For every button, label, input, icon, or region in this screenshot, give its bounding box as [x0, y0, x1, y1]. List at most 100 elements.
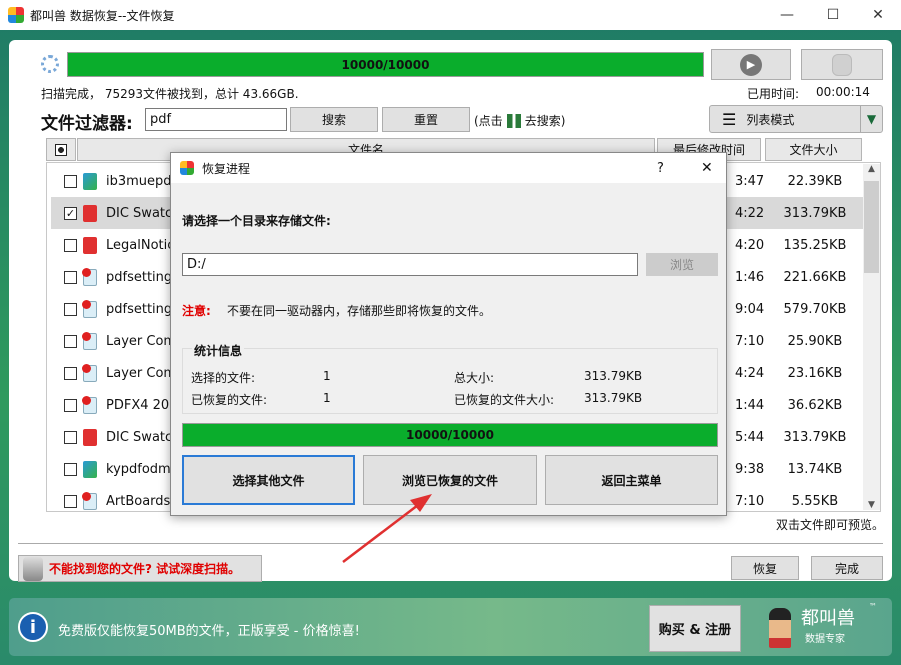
file-size: 5.55KB: [791, 493, 839, 509]
file-size: 25.90KB: [787, 333, 843, 349]
recovered-files-label: 已恢复的文件:: [191, 393, 268, 407]
scroll-down-icon[interactable]: ▼: [863, 500, 880, 510]
select-all-checkbox[interactable]: [46, 138, 76, 161]
preview-hint: 双击文件即可预览。: [776, 518, 885, 532]
file-size: 13.74KB: [787, 461, 843, 477]
file-modified: 4:22: [735, 205, 765, 221]
play-icon: ▶: [740, 53, 762, 76]
file-checkbox[interactable]: [64, 430, 77, 444]
file-modified: 4:20: [735, 237, 765, 253]
dialog-close-button[interactable]: ✕: [701, 160, 713, 176]
selected-files-value: 1: [323, 369, 331, 383]
hint-prefix: (点击: [474, 114, 503, 128]
dialog-title: 恢复进程: [202, 161, 251, 176]
file-name: LegalNotic: [106, 237, 175, 253]
dialog-prompt: 请选择一个目录来存储文件:: [182, 214, 331, 228]
file-checkbox[interactable]: [64, 366, 77, 380]
info-icon: i: [18, 612, 48, 642]
stop-button[interactable]: [801, 49, 883, 80]
scan-progress-bar: 10000/10000: [67, 52, 704, 77]
file-modified: 1:44: [735, 397, 765, 413]
app-file-icon: [83, 460, 97, 478]
view-mode-label: 列表模式: [746, 112, 795, 127]
window-title: 都叫兽 数据恢复--文件恢复: [30, 8, 175, 23]
browse-recovered-button[interactable]: 浏览已恢复的文件: [363, 455, 537, 505]
file-size: 135.25KB: [783, 237, 847, 253]
note-text: 不要在同一驱动器内，存储那些即将恢复的文件。: [227, 304, 492, 318]
deep-scan-label: 不能找到您的文件? 试试深度扫描。: [49, 562, 241, 576]
note-label: 注意:: [182, 304, 211, 318]
select-other-files-button[interactable]: 选择其他文件: [182, 455, 355, 505]
file-name: pdfsettings: [106, 301, 179, 317]
file-modified: 3:47: [735, 173, 765, 189]
done-button[interactable]: 完成: [811, 556, 883, 580]
logo-text: 都叫兽: [801, 608, 855, 629]
path-input[interactable]: D:/: [182, 253, 638, 276]
reset-button[interactable]: 重置: [382, 107, 470, 132]
spinner-icon: [41, 55, 59, 73]
brand-logo: 都叫兽 数据专家 ™: [761, 602, 881, 652]
file-size: 22.39KB: [787, 173, 843, 189]
divider: [18, 543, 883, 544]
close-button[interactable]: ✕: [855, 0, 901, 30]
buy-register-button[interactable]: 购买 & 注册: [649, 605, 741, 652]
help-button[interactable]: ?: [657, 161, 664, 176]
hand-stop-icon: [832, 53, 852, 76]
dialog-title-bar: 恢复进程 ? ✕: [171, 153, 726, 183]
maximize-button[interactable]: ☐: [810, 0, 856, 30]
file-modified: 9:38: [735, 461, 765, 477]
disk-icon: [23, 556, 43, 581]
recovered-files-value: 1: [323, 391, 331, 405]
search-bars-icon: [506, 113, 521, 128]
scroll-up-icon[interactable]: ▲: [863, 164, 880, 181]
title-bar: 都叫兽 数据恢复--文件恢复 — ☐ ✕: [0, 0, 901, 30]
search-button[interactable]: 搜索: [290, 107, 378, 132]
view-mode-dropdown[interactable]: ☰ 列表模式 ▼: [709, 105, 883, 133]
trademark: ™: [869, 602, 877, 611]
file-checkbox[interactable]: [64, 238, 77, 252]
browse-button[interactable]: 浏览: [646, 253, 718, 276]
list-icon: ☰: [722, 109, 737, 129]
file-checkbox[interactable]: [64, 494, 77, 508]
elapsed-time: 00:00:14: [816, 85, 870, 99]
file-checkbox[interactable]: [64, 462, 77, 476]
file-name: ib3muepdf: [106, 173, 177, 189]
file-modified: 7:10: [735, 333, 765, 349]
recovered-size-label: 已恢复的文件大小:: [454, 393, 555, 407]
file-size: 313.79KB: [783, 205, 847, 221]
file-size: 221.66KB: [783, 269, 847, 285]
file-modified: 4:24: [735, 365, 765, 381]
recovery-dialog: 恢复进程 ? ✕ 请选择一个目录来存储文件: D:/ 浏览 注意: 不要在同一驱…: [170, 152, 727, 516]
file-size: 36.62KB: [787, 397, 843, 413]
scroll-thumb[interactable]: [864, 181, 879, 273]
doc-file-icon: [82, 395, 97, 414]
file-checkbox[interactable]: ✓: [64, 206, 77, 220]
pdf-file-icon: [83, 204, 97, 222]
mascot-icon: [769, 608, 791, 648]
scan-status: 扫描完成， 75293文件被找到，总计 43.66GB.: [41, 87, 299, 101]
pdf-file-icon: [83, 236, 97, 254]
file-checkbox[interactable]: [64, 334, 77, 348]
deep-scan-button[interactable]: 不能找到您的文件? 试试深度扫描。: [18, 555, 262, 582]
file-name: ArtBoards: [106, 493, 171, 509]
promo-banner: i 免费版仅能恢复50MB的文件，正版享受 - 价格惊喜! 购买 & 注册 都叫…: [9, 598, 892, 656]
minimize-button[interactable]: —: [764, 0, 810, 30]
file-checkbox[interactable]: [64, 302, 77, 316]
doc-file-icon: [82, 363, 97, 382]
file-modified: 7:10: [735, 493, 765, 509]
file-checkbox[interactable]: [64, 398, 77, 412]
filter-input[interactable]: pdf: [145, 108, 287, 131]
recovered-size-value: 313.79KB: [584, 391, 643, 405]
return-main-menu-button[interactable]: 返回主菜单: [545, 455, 718, 505]
recovery-progress-text: 10000/10000: [406, 428, 494, 442]
play-button[interactable]: ▶: [711, 49, 791, 80]
column-header-size[interactable]: 文件大小: [765, 138, 862, 161]
file-checkbox[interactable]: [64, 174, 77, 188]
scrollbar[interactable]: ▲ ▼: [863, 164, 880, 510]
file-size: 313.79KB: [783, 429, 847, 445]
file-checkbox[interactable]: [64, 270, 77, 284]
recover-button[interactable]: 恢复: [731, 556, 799, 580]
total-size-label: 总大小:: [454, 371, 495, 385]
pdf-file-icon: [83, 428, 97, 446]
app-file-icon: [83, 172, 97, 190]
